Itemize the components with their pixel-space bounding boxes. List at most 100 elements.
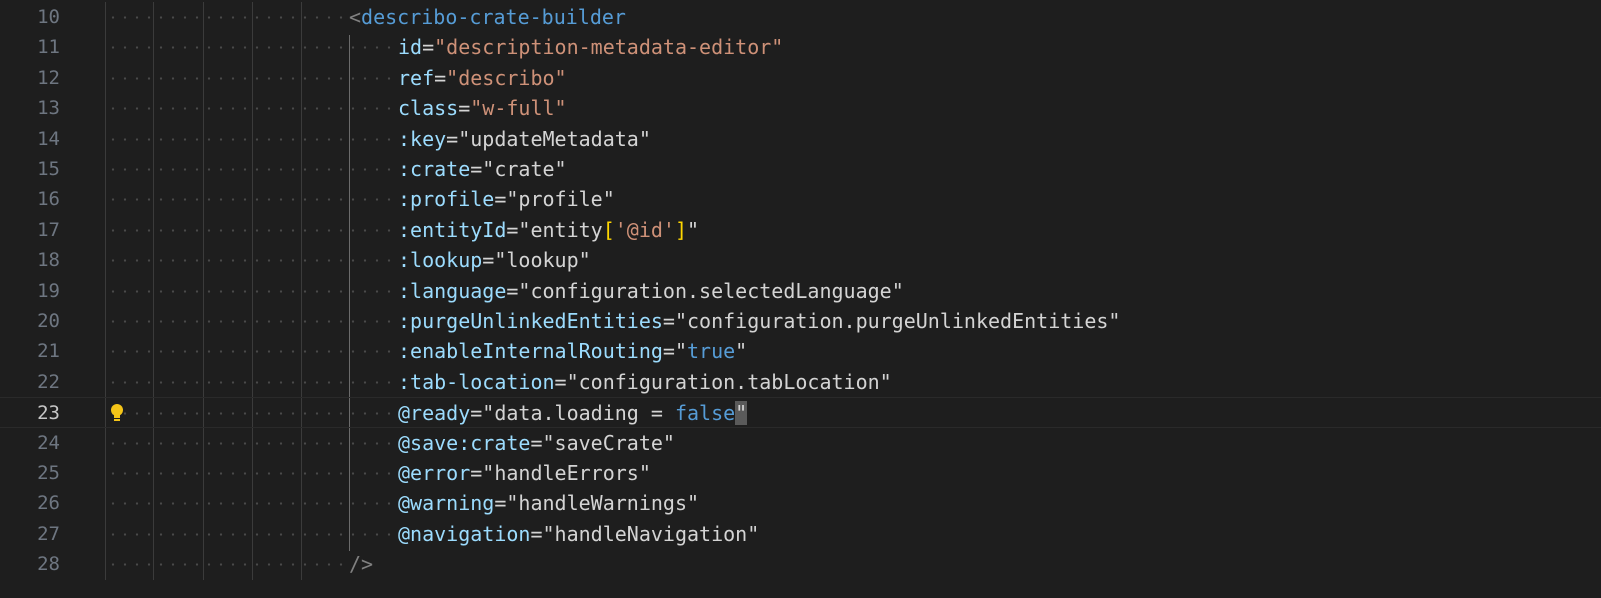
code-token: :crate <box>398 157 471 181</box>
code-line[interactable]: 10 <describo-crate-builder <box>0 2 1601 33</box>
indent-guide <box>105 427 106 459</box>
line-number: 15 <box>37 158 60 180</box>
line-number: 26 <box>37 492 60 515</box>
code-text: :language="configuration.selectedLanguag… <box>398 276 904 307</box>
indent-guide <box>301 154 302 185</box>
code-token: true <box>687 339 736 364</box>
indent-guide <box>252 549 253 581</box>
code-token: :key <box>398 126 447 151</box>
line-number: 28 <box>37 553 60 576</box>
indent-guide <box>203 458 204 489</box>
code-token: ="entity <box>506 217 603 242</box>
code-token: class <box>398 96 459 121</box>
indent-guide <box>301 275 302 307</box>
code-line[interactable]: 21:enableInternalRouting="true" <box>0 336 1601 368</box>
code-editor[interactable]: 10 <describo-crate-builder 11 id="descripti… <box>0 0 1601 598</box>
indent-guide <box>252 245 253 277</box>
code-token: ref <box>398 65 435 90</box>
line-number: 12 <box>37 66 60 89</box>
code-text: @save:crate="saveCrate" <box>398 428 675 459</box>
code-line[interactable]: 22:tab-location="configuration.tabLocati… <box>0 366 1601 398</box>
code-token: "description-metadata-editor" <box>434 35 784 60</box>
line-number: 19 <box>37 279 60 302</box>
indent-guide <box>203 398 204 428</box>
code-line[interactable]: 17 :entityId="entity['@id']" <box>0 214 1601 246</box>
code-text: :enableInternalRouting="true" <box>398 336 747 367</box>
code-line[interactable]: 24 @save:crate="saveCrate" <box>0 427 1601 459</box>
indent-guide <box>203 366 204 398</box>
code-token: [ <box>602 217 615 242</box>
indent-guide <box>153 154 154 185</box>
indent-guide <box>153 366 154 398</box>
code-token: "describo" <box>446 65 567 90</box>
indent-guide <box>153 458 154 489</box>
indent-guide <box>252 275 253 307</box>
indent-guide <box>153 275 154 307</box>
indent-guide <box>301 184 302 216</box>
indent-guide <box>203 214 204 246</box>
line-number: 14 <box>37 127 60 150</box>
code-line[interactable]: 23 @ready="data.loading = false" <box>0 397 1601 430</box>
indent-guide <box>301 427 302 459</box>
indent-guide <box>203 154 204 185</box>
code-line[interactable]: 20:purgeUnlinkedEntities="configuration.… <box>0 306 1601 337</box>
code-line[interactable]: 18:lookup="lookup" <box>0 245 1601 277</box>
code-token: :entityId <box>398 217 507 242</box>
code-token: ="configuration.purgeUnlinkedEntities" <box>662 309 1121 333</box>
code-line[interactable]: 27 @navigation="handleNavigation" <box>0 518 1601 550</box>
indent-guide <box>153 306 154 337</box>
line-number: 11 <box>37 36 60 59</box>
code-token: :tab-location <box>398 369 555 394</box>
indent-guide <box>301 245 302 277</box>
line-number: 24 <box>37 431 60 454</box>
code-line[interactable]: 26 @warning="handleWarnings" <box>0 488 1601 520</box>
code-token: describo-crate-builder <box>361 5 626 29</box>
indent-guide <box>153 123 154 155</box>
code-token: ="handleErrors" <box>470 461 651 485</box>
code-text: id="description-metadata-editor" <box>398 32 783 63</box>
lightbulb-icon[interactable] <box>110 403 124 423</box>
indent-guide <box>105 306 106 337</box>
code-token: @save:crate <box>398 430 531 455</box>
indent-guide <box>105 366 106 398</box>
code-token: @ready <box>398 401 471 426</box>
code-line[interactable]: 13 class="w-full" <box>0 93 1601 125</box>
line-number: 20 <box>37 310 60 332</box>
indent-guide <box>301 93 302 125</box>
code-line[interactable]: 19 :language="configuration.selectedLangu… <box>0 275 1601 307</box>
indent-guide <box>301 32 302 64</box>
indent-guide <box>301 123 302 155</box>
code-text: <describo-crate-builder <box>349 2 626 33</box>
code-line[interactable]: 16:profile="profile" <box>0 184 1601 216</box>
code-text: ref="describo" <box>398 63 567 94</box>
indent-guide <box>252 427 253 459</box>
code-token: ="handleNavigation" <box>530 521 760 546</box>
code-text: :entityId="entity['@id']" <box>398 215 699 246</box>
code-text: :profile="profile" <box>398 184 615 215</box>
code-line[interactable]: 11 id="description-metadata-editor" <box>0 32 1601 64</box>
indent-guide <box>153 488 154 520</box>
code-line[interactable]: 12 ref="describo" <box>0 62 1601 94</box>
code-token: ="configuration.selectedLanguage" <box>506 278 904 303</box>
indent-guide <box>203 518 204 550</box>
code-line[interactable]: 25 @error="handleErrors" <box>0 458 1601 489</box>
line-number: 17 <box>37 218 60 241</box>
indent-guide <box>252 62 253 94</box>
code-token: :language <box>398 278 507 303</box>
code-token: :enableInternalRouting <box>398 339 663 364</box>
indent-guide <box>252 93 253 125</box>
indent-guide <box>105 458 106 489</box>
code-line[interactable]: 28 /> <box>0 549 1601 581</box>
code-line[interactable]: 14:key="updateMetadata" <box>0 123 1601 155</box>
whitespace-dots <box>107 2 347 33</box>
indent-guide <box>252 154 253 185</box>
indent-guide <box>203 62 204 94</box>
indent-guide <box>105 336 106 368</box>
code-token: ="handleWarnings" <box>494 491 700 516</box>
code-line[interactable]: 15:crate="crate" <box>0 154 1601 185</box>
code-token: ="profile" <box>494 187 615 212</box>
code-token: = <box>458 96 471 121</box>
code-token: ] <box>674 217 688 242</box>
indent-guide <box>252 2 253 33</box>
indent-guide <box>203 245 204 277</box>
